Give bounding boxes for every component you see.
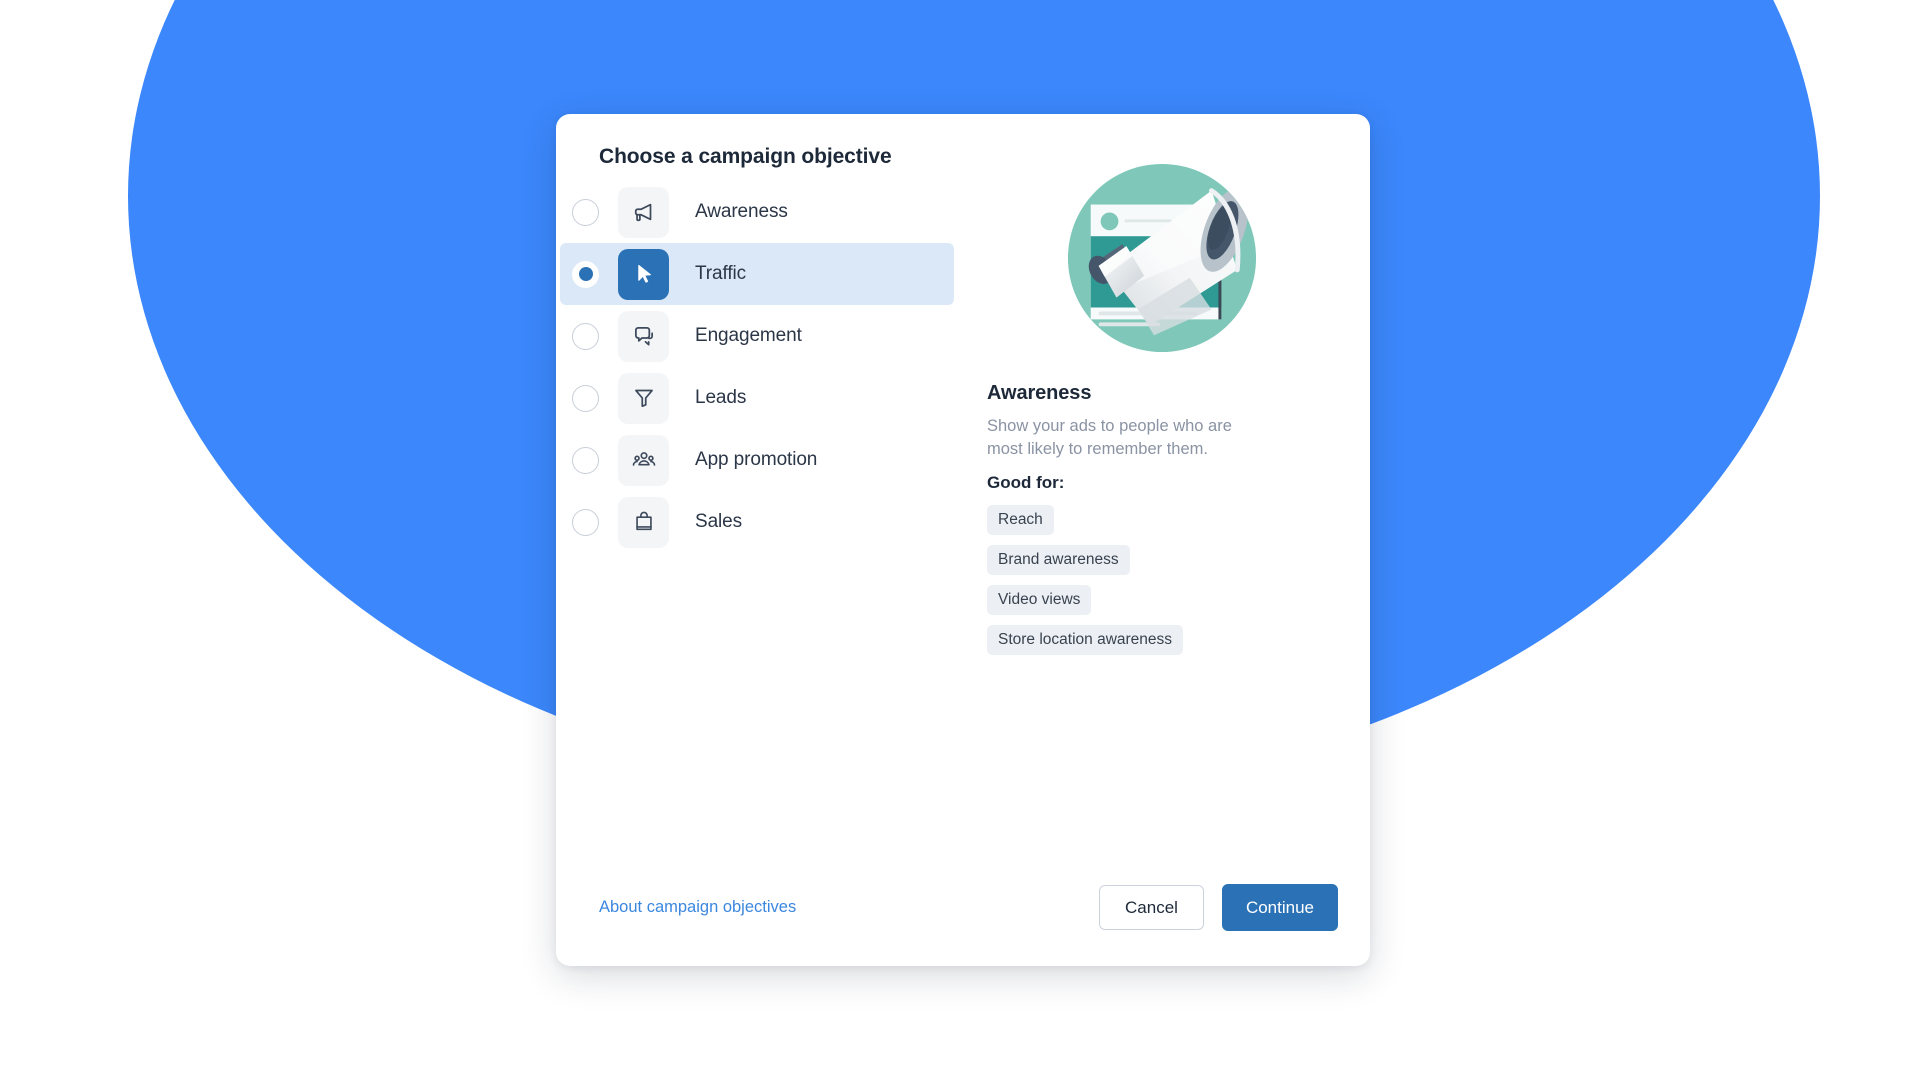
shopping-bag-icon <box>618 496 669 548</box>
continue-button[interactable]: Continue <box>1221 884 1338 931</box>
radio-traffic[interactable] <box>572 260 599 288</box>
objective-label: App promotion <box>695 449 818 470</box>
page-title: Choose a campaign objective <box>599 145 892 168</box>
screen: Choose a campaign objective Awareness Tr… <box>0 0 1920 1080</box>
objective-list: Awareness Traffic Engagement Leads App p… <box>560 181 954 553</box>
objective-row-leads[interactable]: Leads <box>560 367 954 429</box>
objective-row-sales[interactable]: Sales <box>560 491 954 553</box>
radio-awareness[interactable] <box>572 198 599 226</box>
about-campaign-objectives-link[interactable]: About campaign objectives <box>599 898 796 917</box>
funnel-icon <box>618 372 669 424</box>
objective-row-awareness[interactable]: Awareness <box>560 181 954 243</box>
cursor-arrow-icon <box>618 248 669 300</box>
objective-label: Engagement <box>695 325 802 346</box>
objective-row-engagement[interactable]: Engagement <box>560 305 954 367</box>
radio-engagement[interactable] <box>572 322 599 350</box>
radio-leads[interactable] <box>572 384 599 412</box>
cancel-button[interactable]: Cancel <box>1099 885 1204 930</box>
chip: Store location awareness <box>987 624 1184 656</box>
objective-row-app-promotion[interactable]: App promotion <box>560 429 954 491</box>
objective-label: Traffic <box>695 263 747 284</box>
good-for-label: Good for: <box>987 472 1065 492</box>
chat-bubbles-icon <box>618 310 669 362</box>
detail-description: Show your ads to people who are most lik… <box>987 417 1232 459</box>
objective-row-traffic[interactable]: Traffic <box>560 243 954 305</box>
chip: Brand awareness <box>987 544 1130 575</box>
objective-label: Sales <box>695 511 743 532</box>
radio-sales[interactable] <box>572 508 599 536</box>
detail-title: Awareness <box>987 382 1092 404</box>
megaphone-icon <box>618 186 669 238</box>
objective-label: Awareness <box>695 201 788 222</box>
megaphone-illustration <box>987 144 1337 372</box>
good-for-chip-list: Reach Brand awareness Video views Store … <box>987 504 1337 656</box>
objective-detail-panel: Awareness Show your ads to people who ar… <box>987 144 1337 656</box>
chip: Reach <box>987 504 1054 535</box>
dialog-footer: About campaign objectives Cancel Continu… <box>556 846 1370 966</box>
radio-app-promotion[interactable] <box>572 446 599 474</box>
chip: Video views <box>987 584 1092 615</box>
people-group-icon <box>618 434 669 486</box>
campaign-objective-dialog: Choose a campaign objective Awareness Tr… <box>556 114 1370 966</box>
objective-label: Leads <box>695 387 747 408</box>
footer-button-row: Cancel Continue <box>1099 884 1338 931</box>
